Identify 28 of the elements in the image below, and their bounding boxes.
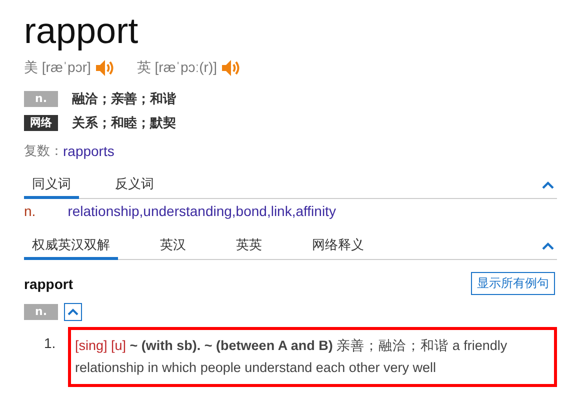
speaker-icon[interactable]	[94, 58, 115, 78]
phonetic: 美 [ræˈpɔr]	[24, 59, 91, 77]
pos-tag: n.	[24, 91, 58, 107]
caret-icon	[67, 308, 79, 316]
phonetic: 英 [ræˈpɔː(r)]	[136, 59, 217, 77]
tab[interactable]: 反义词	[107, 172, 162, 198]
entry-headword: rapport	[24, 276, 73, 292]
collapse-toggle[interactable]	[64, 303, 82, 321]
collapse-icon[interactable]	[541, 180, 555, 190]
meaning-text: 融洽；亲善；和谐	[72, 90, 176, 108]
pos-tag: n.	[24, 304, 58, 320]
tab[interactable]: 同义词	[24, 172, 79, 198]
pos-tag: 网络	[24, 115, 58, 131]
pos-label: n.	[24, 203, 36, 219]
tab[interactable]: 权威英汉双解	[24, 234, 118, 260]
headword: rapport	[24, 9, 140, 53]
synonym-links[interactable]: relationship,understanding,bond,link,affinity	[68, 203, 336, 219]
meaning-text: 关系；和睦；默契	[72, 114, 176, 132]
speaker-icon[interactable]	[221, 58, 241, 78]
collapse-icon[interactable]	[541, 241, 555, 251]
tab[interactable]: 网络释义	[304, 234, 372, 260]
show-examples-button[interactable]: 显示所有例句	[471, 272, 555, 295]
plural-label: 复数：	[24, 143, 63, 160]
tab[interactable]: 英英	[228, 234, 270, 260]
definition-text: [sing] [u] ~ (with sb). ~ (between A and B) 亲善；融洽；和谐 a friendly relationship in which people understand each other very well	[75, 338, 508, 375]
tab[interactable]: 英汉	[152, 234, 194, 260]
plural-link[interactable]: rapports	[63, 143, 114, 159]
definition-number: 1.	[43, 334, 57, 351]
